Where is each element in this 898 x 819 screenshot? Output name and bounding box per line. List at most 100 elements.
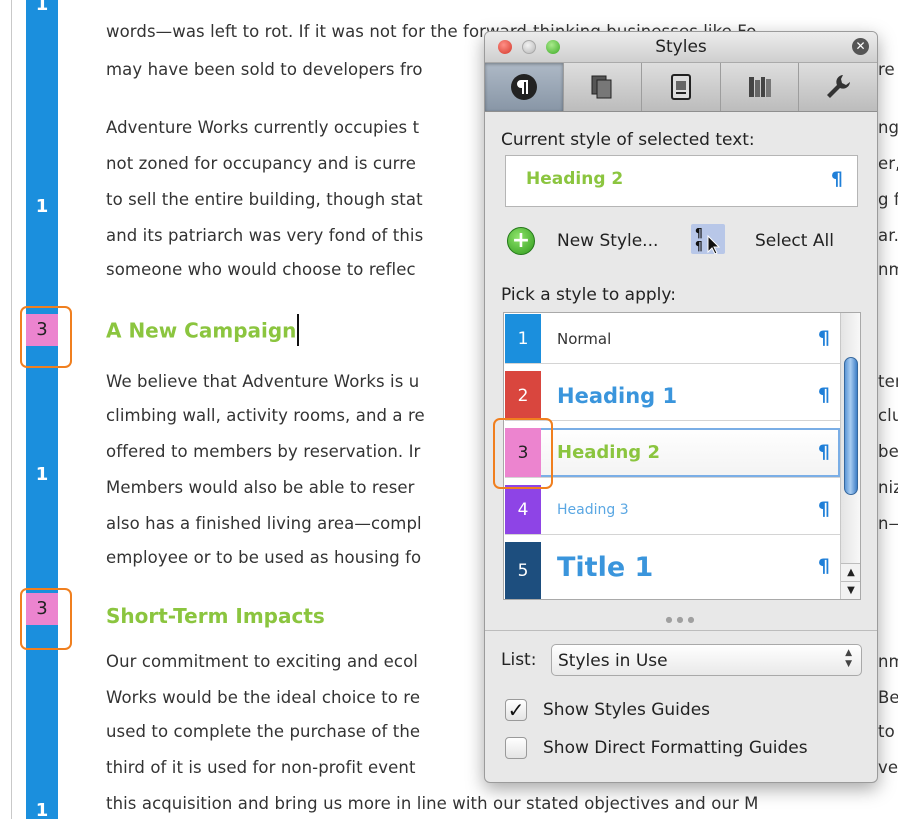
- styles-panel: Styles ✕ Current style of selected text:…: [484, 31, 878, 783]
- scroll-up-arrow-icon[interactable]: ▲: [841, 563, 860, 581]
- select-all-button[interactable]: ¶ ¶ Select All: [691, 222, 851, 258]
- panel-toolbar: [485, 62, 877, 112]
- tab-tools[interactable]: [799, 63, 877, 111]
- list-filter-value: Styles in Use: [558, 651, 668, 671]
- tab-library[interactable]: [721, 63, 800, 111]
- style-number: 4: [505, 485, 541, 534]
- styles-list: 1 Normal ¶ 2 Heading 1 ¶ 3 Heading 2 ¶ 4…: [503, 312, 861, 600]
- svg-text:¶: ¶: [695, 239, 703, 253]
- style-item-title-1[interactable]: 5 Title 1 ¶: [505, 542, 840, 599]
- show-direct-formatting-label: Show Direct Formatting Guides: [543, 738, 808, 758]
- body-text-line: and its patriarch was very fond of this: [106, 226, 424, 245]
- body-text-line: this acquisition and bring us more in li…: [106, 794, 759, 813]
- show-direct-formatting-option[interactable]: Show Direct Formatting Guides: [505, 735, 865, 763]
- select-all-icon: ¶ ¶: [691, 224, 725, 255]
- body-text-line: nm: [878, 652, 898, 671]
- select-all-label: Select All: [755, 231, 834, 251]
- show-styles-guides-checkbox[interactable]: ✓: [505, 699, 527, 721]
- callout-highlight: [20, 306, 72, 368]
- new-style-button[interactable]: + New Style...: [507, 226, 677, 258]
- pilcrow-icon: ¶: [817, 555, 830, 577]
- callout-highlight: [20, 588, 72, 650]
- body-text-line: ter: [878, 372, 898, 391]
- wrench-icon: [827, 75, 851, 98]
- body-text-line: Our commitment to exciting and ecol: [106, 652, 418, 671]
- pick-style-label: Pick a style to apply:: [501, 285, 676, 305]
- show-styles-guides-option[interactable]: ✓ Show Styles Guides: [505, 697, 865, 725]
- style-item-heading-2[interactable]: 3 Heading 2 ¶: [505, 428, 840, 478]
- body-text-line: someone who would choose to reflec: [106, 260, 416, 279]
- style-number: 2: [505, 371, 541, 420]
- heading-a-new-campaign[interactable]: A New Campaign: [106, 314, 299, 346]
- guide-number-normal: 1: [35, 196, 49, 217]
- svg-text:¶: ¶: [695, 226, 703, 240]
- pilcrow-icon: ¶: [817, 327, 830, 349]
- panel-titlebar[interactable]: Styles ✕: [485, 32, 877, 62]
- guide-number-normal: 1: [35, 800, 49, 819]
- style-number: 1: [505, 314, 541, 363]
- body-text-line: ng: [878, 118, 898, 137]
- body-text-line: er,: [878, 154, 898, 173]
- body-text-line: to: [878, 722, 895, 741]
- body-text-line: offered to members by reservation. Ir: [106, 442, 421, 461]
- body-text-line: g fa: [878, 190, 898, 209]
- body-text-line: Be: [878, 688, 898, 707]
- body-text-line: also has a finished living area—compl: [106, 514, 422, 533]
- paragraph-styles-icon: [510, 74, 537, 100]
- callout-highlight: [493, 418, 553, 489]
- body-text-line: nm: [878, 260, 898, 279]
- style-name: Heading 3: [557, 502, 629, 518]
- style-item-heading-1[interactable]: 2 Heading 1 ¶: [505, 371, 840, 421]
- body-text-line: ar.: [878, 226, 898, 245]
- add-icon: +: [507, 227, 535, 255]
- style-item-normal[interactable]: 1 Normal ¶: [505, 314, 840, 364]
- styles-list-scrollbar[interactable]: ▲ ▼: [840, 313, 860, 599]
- list-filter-select[interactable]: Styles in Use ▲ ▼: [551, 644, 862, 676]
- body-text-line: n—: [878, 514, 898, 533]
- body-text-line: employee or to be used as housing fo: [106, 548, 422, 567]
- show-direct-formatting-checkbox[interactable]: [505, 737, 527, 759]
- books-icon: [748, 77, 771, 97]
- panel-divider: [485, 630, 877, 631]
- body-text-line: We believe that Adventure Works is u: [106, 372, 420, 391]
- body-text-line: Members would also be able to reser: [106, 478, 415, 497]
- text-cursor: [297, 314, 299, 346]
- pilcrow-icon: ¶: [817, 384, 830, 406]
- close-icon[interactable]: ✕: [852, 38, 869, 55]
- body-text-line: ver: [878, 758, 898, 777]
- resize-grip-icon[interactable]: ●●●: [660, 615, 704, 624]
- body-text-line: be: [878, 442, 898, 461]
- show-styles-guides-label: Show Styles Guides: [543, 700, 711, 720]
- scroll-down-arrow-icon[interactable]: ▼: [841, 581, 860, 599]
- style-name: Heading 2: [557, 442, 660, 463]
- pilcrow-icon: ¶: [830, 168, 843, 190]
- pilcrow-icon: ¶: [817, 498, 830, 520]
- current-style-label: Current style of selected text:: [501, 130, 755, 150]
- body-text-line: Works would be the ideal choice to re: [106, 688, 421, 707]
- styles-guide-bar: [26, 0, 58, 819]
- panel-title: Styles: [655, 37, 707, 57]
- tab-paragraph-styles[interactable]: [485, 63, 564, 111]
- tab-layout-styles[interactable]: [642, 63, 721, 111]
- page-border: [11, 0, 12, 819]
- body-text-line: may have been sold to developers fro: [106, 60, 423, 79]
- scrollbar-thumb[interactable]: [844, 357, 858, 495]
- body-text-line: niz: [878, 478, 898, 497]
- pilcrow-icon: ¶: [817, 441, 830, 463]
- updown-arrows-icon: ▲ ▼: [845, 648, 852, 669]
- guide-number-normal: 1: [35, 464, 49, 485]
- tab-copy-styles[interactable]: [564, 63, 643, 111]
- page-layout-icon: [670, 74, 691, 100]
- copy-pages-icon: [591, 75, 612, 99]
- style-name: Heading 1: [557, 384, 678, 408]
- heading-short-term-impacts[interactable]: Short-Term Impacts: [106, 604, 325, 628]
- body-text-line: used to complete the purchase of the: [106, 722, 421, 741]
- guide-number-normal: 1: [35, 0, 49, 15]
- body-text-line: Adventure Works currently occupies t: [106, 118, 420, 137]
- body-text-line: clu: [878, 406, 898, 425]
- heading-text: A New Campaign: [106, 318, 297, 343]
- style-name: Normal: [557, 330, 612, 348]
- style-item-heading-3[interactable]: 4 Heading 3 ¶: [505, 485, 840, 535]
- body-text-line: climbing wall, activity rooms, and a re: [106, 406, 425, 425]
- style-number: 5: [505, 542, 541, 599]
